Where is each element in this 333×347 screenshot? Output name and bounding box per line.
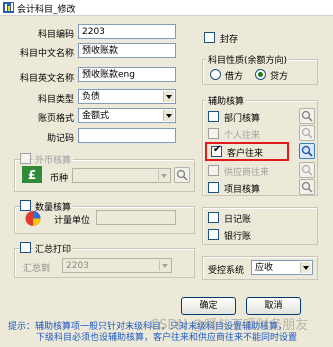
aux-dept-checkbox[interactable] — [208, 111, 219, 122]
bank-label: 银行账 — [224, 232, 252, 242]
control-select-value: 应收 — [255, 263, 274, 273]
sealed-label: 封存 — [220, 35, 239, 45]
unit-label: 计量单位 — [53, 216, 90, 226]
sealed-checkbox[interactable] — [204, 32, 215, 43]
type-label: 科目类型 — [37, 95, 74, 105]
journal-bank-group — [202, 207, 318, 245]
format-select-value: 金额式 — [82, 111, 110, 121]
pie-chart-icon — [25, 211, 41, 226]
chevron-down-icon[interactable] — [159, 260, 170, 271]
format-select[interactable]: 金额式 — [78, 108, 176, 123]
aux-customer-label: 客户往来 — [227, 149, 264, 159]
type-select[interactable]: 负债 — [78, 89, 176, 104]
window-title: 会计科目_修改 — [17, 5, 76, 15]
dialog-window: 会计科目_修改 科目编码 2203 科目中文名称 预收账款 科目英文名称 预收账… — [0, 0, 333, 347]
aux-supplier-label: 供应商往来 — [224, 168, 270, 178]
aux-supplier-checkbox[interactable] — [208, 165, 219, 176]
credit-label: 贷方 — [270, 72, 289, 82]
aux-project-checkbox[interactable] — [208, 182, 219, 193]
search-icon — [301, 181, 313, 193]
svg-text:£: £ — [28, 168, 36, 182]
title-bar: 会计科目_修改 — [0, 0, 333, 16]
journal-label: 日记账 — [224, 215, 252, 225]
debit-radio[interactable] — [210, 69, 221, 80]
control-select[interactable]: 应收 — [251, 260, 313, 275]
journal-checkbox[interactable] — [208, 212, 219, 223]
forex-checkbox[interactable] — [20, 153, 31, 164]
search-icon — [301, 127, 313, 139]
nature-group-title: 科目性质(余额方向) — [206, 53, 290, 66]
search-icon — [301, 145, 313, 157]
summary-to-select[interactable]: 2203 — [62, 258, 172, 273]
watermark: CSDN @暖与不暖财务朋友 — [150, 318, 309, 333]
aux-customer-checkbox[interactable]: ✔ — [211, 144, 222, 157]
search-icon — [301, 110, 313, 122]
mnemonic-label: 助记码 — [46, 134, 74, 144]
checkmark-icon: ✔ — [213, 144, 222, 155]
aux-dept-search-button[interactable] — [299, 108, 315, 124]
ok-button[interactable]: 确定 — [181, 297, 236, 315]
chevron-down-icon[interactable] — [300, 262, 311, 273]
en-name-input[interactable]: 预收账款eng — [78, 67, 176, 82]
app-icon — [3, 2, 14, 13]
chevron-down-icon[interactable] — [163, 91, 174, 102]
aux-project-label: 项目核算 — [224, 185, 261, 195]
aux-project-search-button[interactable] — [299, 179, 315, 195]
cn-name-label: 科目中文名称 — [19, 49, 74, 59]
chevron-down-icon[interactable] — [163, 110, 174, 121]
code-input[interactable]: 2203 — [78, 24, 176, 39]
credit-radio[interactable] — [255, 69, 266, 80]
currency-search-button[interactable] — [174, 167, 190, 183]
mnemonic-input[interactable] — [78, 128, 176, 143]
aux-customer-search-button[interactable] — [299, 143, 315, 159]
currency-select[interactable] — [72, 168, 171, 183]
code-label: 科目编码 — [37, 30, 74, 40]
summary-to-value: 2203 — [66, 261, 89, 271]
summary-group-title: 汇总打印 — [33, 242, 74, 255]
control-label: 受控系统 — [207, 266, 244, 276]
cancel-button[interactable]: 取消 — [246, 297, 301, 315]
aux-supplier-search-button[interactable] — [299, 162, 315, 178]
bank-checkbox[interactable] — [208, 229, 219, 240]
aux-personal-search-button[interactable] — [299, 125, 315, 141]
aux-personal-checkbox[interactable] — [208, 128, 219, 139]
forex-group-title: 外币核算 — [33, 153, 74, 166]
format-label: 账页格式 — [37, 114, 74, 124]
aux-group-title: 辅助核算 — [206, 94, 247, 107]
cn-name-input[interactable]: 预收账款 — [78, 43, 176, 58]
currency-label: 币种 — [49, 174, 68, 184]
aux-dept-label: 部门核算 — [224, 114, 261, 124]
currency-icon: £ — [22, 166, 42, 183]
radio-selected-dot — [258, 72, 263, 77]
search-icon — [301, 164, 313, 176]
summary-checkbox[interactable] — [20, 242, 31, 253]
chevron-down-icon[interactable] — [158, 170, 169, 181]
debit-label: 借方 — [225, 72, 244, 82]
search-icon — [176, 169, 188, 181]
unit-input[interactable] — [96, 210, 176, 225]
summary-to-label: 汇总到 — [22, 264, 50, 274]
aux-personal-label: 个人往来 — [224, 131, 261, 141]
type-select-value: 负债 — [82, 92, 101, 102]
en-name-label: 科目英文名称 — [19, 74, 74, 84]
hint-line-2: 下级科目必须也设辅助核算，客户往来和供应商往来不能同时设置 — [36, 333, 298, 343]
